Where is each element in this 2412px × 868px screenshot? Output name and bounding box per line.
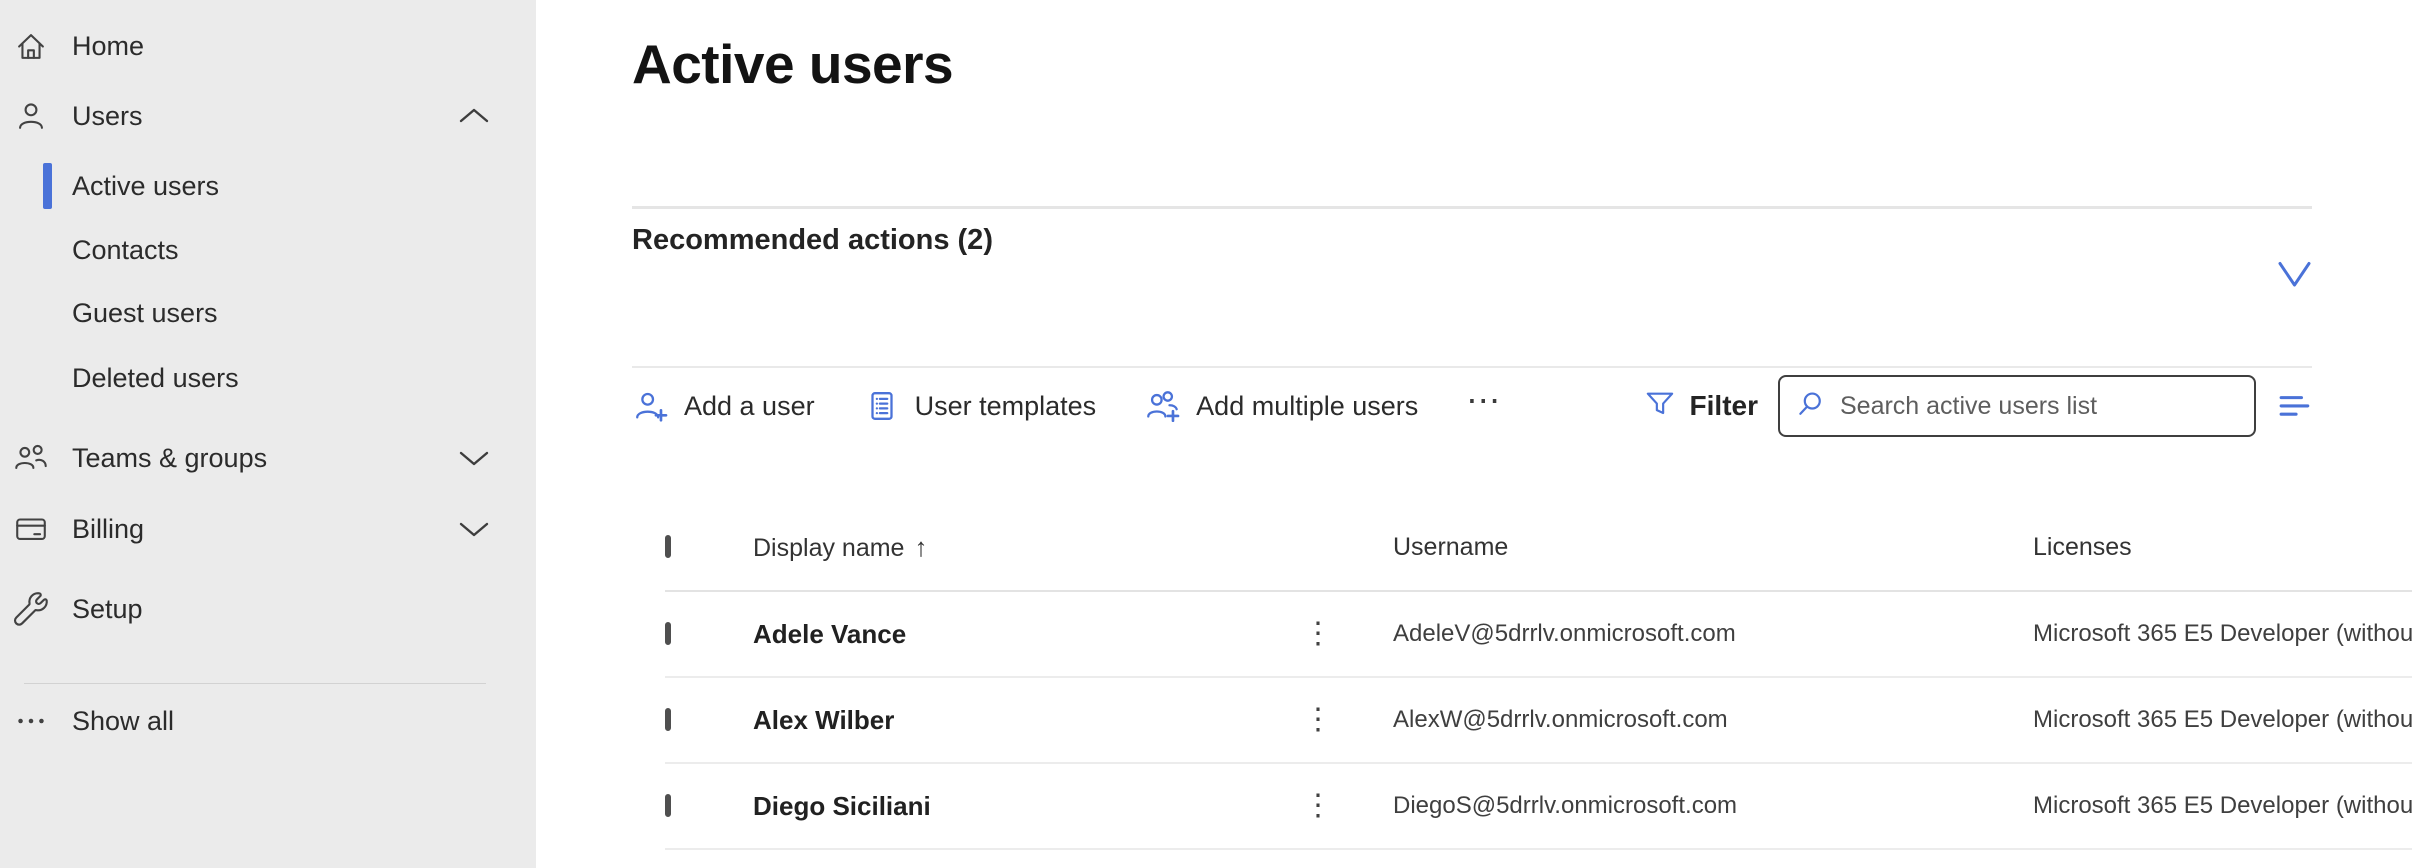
people-icon bbox=[8, 436, 54, 480]
column-header-licenses[interactable]: Licenses bbox=[2033, 533, 2412, 562]
column-header-display-name[interactable]: Display name↑ bbox=[753, 532, 1293, 563]
recommended-actions-heading[interactable]: Recommended actions (2) bbox=[632, 224, 993, 257]
row-more-actions-icon[interactable]: ⋮ bbox=[1293, 619, 1393, 649]
expand-chevron-icon[interactable] bbox=[2277, 260, 2312, 290]
search-input[interactable] bbox=[1840, 392, 2240, 421]
recommended-actions-section: Recommended actions (2) bbox=[632, 212, 2312, 292]
page-title: Active users bbox=[632, 32, 953, 96]
sidebar-item-guest-users[interactable]: Guest users bbox=[0, 283, 536, 343]
active-users-table: Display name↑ Username Licenses Adele Va… bbox=[665, 504, 2412, 850]
user-username: AlexW@5drrlv.onmicrosoft.com bbox=[1393, 706, 2033, 734]
sidebar-item-label: Billing bbox=[72, 514, 144, 545]
sidebar-item-active-users[interactable]: Active users bbox=[0, 156, 536, 216]
table-row[interactable]: Diego Siciliani ⋮ DiegoS@5drrlv.onmicros… bbox=[665, 764, 2412, 850]
user-display-name[interactable]: Alex Wilber bbox=[753, 705, 1293, 736]
sidebar-item-setup[interactable]: Setup bbox=[0, 579, 536, 639]
person-add-icon bbox=[632, 387, 670, 425]
sidebar: Home Users Active users Contacts Guest u… bbox=[0, 0, 536, 868]
filter-funnel-icon bbox=[1642, 386, 1678, 427]
people-add-icon bbox=[1144, 387, 1182, 425]
credit-card-icon bbox=[8, 507, 54, 551]
user-templates-button[interactable]: User templates bbox=[863, 387, 1097, 425]
table-row[interactable]: Alex Wilber ⋮ AlexW@5drrlv.onmicrosoft.c… bbox=[665, 678, 2412, 764]
sort-lines-icon[interactable] bbox=[2276, 388, 2312, 424]
section-divider bbox=[632, 206, 2312, 209]
search-icon bbox=[1794, 387, 1828, 426]
chevron-up-icon[interactable] bbox=[458, 107, 490, 125]
select-all-checkbox[interactable] bbox=[665, 535, 671, 558]
row-checkbox[interactable] bbox=[665, 708, 671, 731]
sidebar-item-label: Users bbox=[72, 101, 143, 132]
sidebar-item-label: Active users bbox=[72, 171, 219, 202]
toolbar: Add a user User templates Add multiple u… bbox=[632, 368, 2312, 444]
sidebar-item-label: Contacts bbox=[72, 235, 179, 266]
main-content: Active users Recommended actions (2) Add… bbox=[536, 0, 2412, 868]
sidebar-item-home[interactable]: Home bbox=[0, 16, 536, 76]
toolbar-overflow-button[interactable]: ⋯ bbox=[1466, 384, 1503, 428]
sidebar-item-label: Show all bbox=[72, 706, 174, 737]
sidebar-item-users[interactable]: Users bbox=[0, 86, 536, 146]
row-checkbox[interactable] bbox=[665, 622, 671, 645]
user-display-name[interactable]: Diego Siciliani bbox=[753, 791, 1293, 822]
sidebar-item-deleted-users[interactable]: Deleted users bbox=[0, 348, 536, 408]
table-header-row: Display name↑ Username Licenses bbox=[665, 504, 2412, 592]
sidebar-item-label: Deleted users bbox=[72, 363, 239, 394]
person-icon bbox=[8, 94, 54, 138]
chevron-down-icon[interactable] bbox=[458, 449, 490, 467]
more-horizontal-icon bbox=[8, 699, 54, 743]
search-box bbox=[1778, 375, 2256, 437]
home-icon bbox=[8, 24, 54, 68]
toolbar-right-group: Filter bbox=[1642, 375, 2312, 437]
sidebar-item-label: Setup bbox=[72, 594, 143, 625]
sidebar-item-contacts[interactable]: Contacts bbox=[0, 220, 536, 280]
active-users-page: Home Users Active users Contacts Guest u… bbox=[0, 0, 2412, 868]
wrench-icon bbox=[8, 587, 54, 631]
user-licenses: Microsoft 365 E5 Developer (withou bbox=[2033, 620, 2412, 648]
user-display-name[interactable]: Adele Vance bbox=[753, 619, 1293, 650]
sidebar-item-teams-groups[interactable]: Teams & groups bbox=[0, 428, 536, 488]
sidebar-item-show-all[interactable]: Show all bbox=[0, 691, 536, 751]
template-list-icon bbox=[863, 387, 901, 425]
row-more-actions-icon[interactable]: ⋮ bbox=[1293, 705, 1393, 735]
add-a-user-button[interactable]: Add a user bbox=[632, 387, 815, 425]
chevron-down-icon[interactable] bbox=[458, 520, 490, 538]
sidebar-item-billing[interactable]: Billing bbox=[0, 499, 536, 559]
user-licenses: Microsoft 365 E5 Developer (withou bbox=[2033, 792, 2412, 820]
sort-ascending-icon: ↑ bbox=[914, 532, 927, 562]
selected-indicator bbox=[43, 163, 52, 209]
user-licenses: Microsoft 365 E5 Developer (withou bbox=[2033, 706, 2412, 734]
sidebar-item-label: Home bbox=[72, 31, 144, 62]
sidebar-item-label: Guest users bbox=[72, 298, 218, 329]
sidebar-divider bbox=[24, 683, 486, 684]
column-header-username[interactable]: Username bbox=[1393, 533, 2033, 562]
filter-button[interactable]: Filter bbox=[1642, 386, 1758, 427]
user-username: DiegoS@5drrlv.onmicrosoft.com bbox=[1393, 792, 2033, 820]
row-more-actions-icon[interactable]: ⋮ bbox=[1293, 791, 1393, 821]
user-username: AdeleV@5drrlv.onmicrosoft.com bbox=[1393, 620, 2033, 648]
sidebar-item-label: Teams & groups bbox=[72, 443, 267, 474]
add-multiple-users-button[interactable]: Add multiple users bbox=[1144, 387, 1418, 425]
table-row[interactable]: Adele Vance ⋮ AdeleV@5drrlv.onmicrosoft.… bbox=[665, 592, 2412, 678]
row-checkbox[interactable] bbox=[665, 794, 671, 817]
